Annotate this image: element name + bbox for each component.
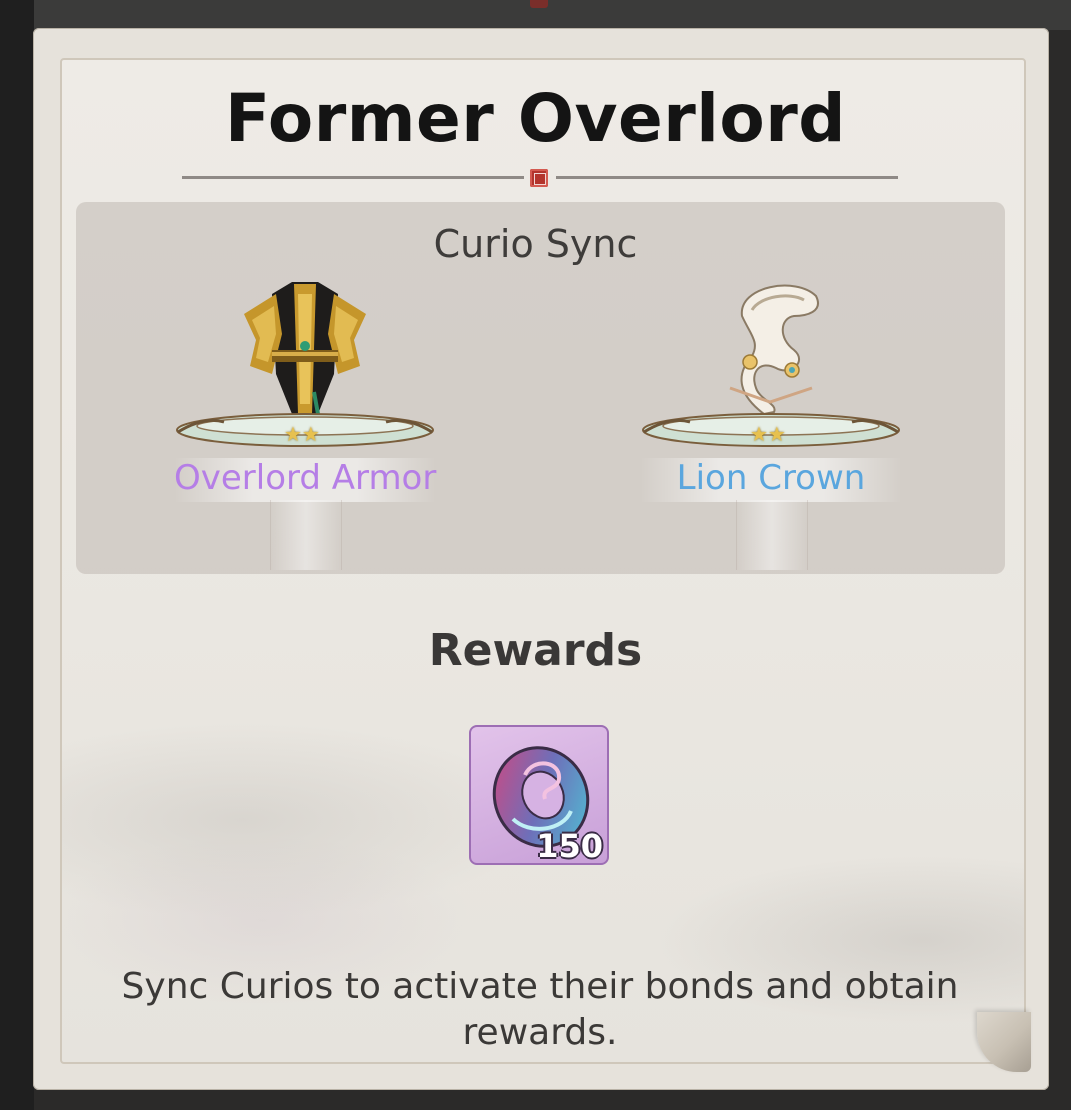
sync-hint-text: Sync Curios to activate their bonds and …: [121, 966, 959, 1053]
background-left-strip: [0, 0, 34, 1110]
dialog-title: Former Overlord: [224, 80, 847, 157]
pedestal-stem: [270, 500, 342, 570]
curio-name: Lion Crown: [676, 458, 866, 498]
curio-overlord-armor[interactable]: ★★ Overlord Armor: [174, 270, 436, 570]
reward-item[interactable]: 150: [469, 725, 609, 865]
title-divider-right: [556, 176, 898, 179]
curio-sync-heading: Curio Sync: [433, 222, 638, 266]
star-rating: ★★: [750, 422, 786, 446]
rewards-heading: Rewards: [428, 625, 643, 676]
pedestal-stem: [736, 500, 808, 570]
crown-icon: [729, 284, 819, 416]
curio-name: Overlord Armor: [174, 458, 437, 498]
star-rating: ★★: [284, 422, 320, 446]
title-divider-left: [182, 176, 524, 179]
reward-quantity: 150: [536, 827, 603, 865]
top-tab-marker: [530, 0, 548, 8]
seal-icon: [530, 169, 548, 187]
curio-lion-crown[interactable]: ★★ Lion Crown: [640, 270, 902, 570]
armor-icon: [244, 282, 366, 415]
